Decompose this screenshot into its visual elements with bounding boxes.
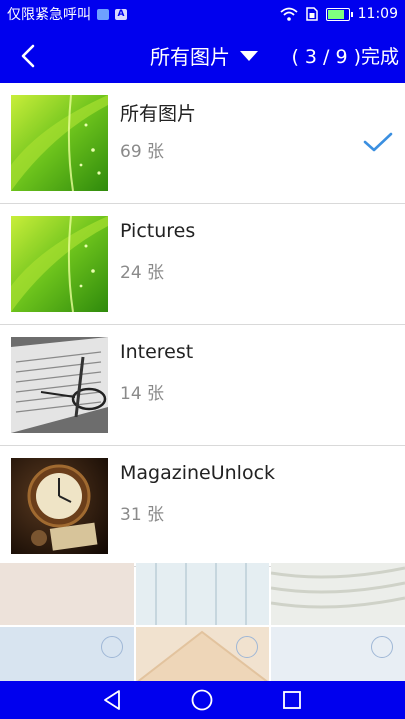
album-thumbnail (11, 216, 108, 312)
grid-photo (0, 563, 134, 625)
album-count: 14 张 (120, 384, 165, 404)
select-circle-icon (236, 636, 258, 658)
grid-photo (271, 563, 405, 625)
sim-icon (305, 7, 318, 21)
album-thumbnail (11, 458, 108, 554)
album-thumbnail (11, 337, 108, 433)
caret-down-icon (240, 50, 258, 61)
nav-recents-icon[interactable] (279, 687, 305, 713)
message-icon (97, 8, 109, 20)
album-count: 69 张 (120, 142, 165, 162)
background-photo-grid (0, 563, 405, 681)
clock: 11:09 (357, 6, 398, 22)
select-circle-icon (101, 636, 123, 658)
album-thumbnail (11, 95, 108, 191)
album-name: Pictures (120, 220, 196, 242)
app-a-icon: A (115, 8, 127, 20)
album-name: 所有图片 (120, 103, 197, 125)
grid-photo (136, 563, 269, 625)
select-circle-icon (371, 636, 393, 658)
album-item[interactable]: 所有图片 69 张 (0, 83, 405, 204)
album-item[interactable]: Pictures 24 张 (0, 204, 405, 325)
album-count: 24 张 (120, 263, 165, 283)
notification-text: 仅限紧急呼叫 (7, 7, 91, 23)
nav-back-icon[interactable] (99, 687, 125, 713)
album-selector[interactable]: 所有图片 (150, 28, 258, 83)
battery-icon (325, 7, 353, 21)
checkmark-icon (363, 132, 393, 152)
album-name: Interest (120, 341, 194, 363)
wifi-icon (280, 7, 298, 21)
nav-home-icon[interactable] (189, 687, 215, 713)
album-item[interactable]: MagazineUnlock 31 张 (0, 446, 405, 567)
album-item[interactable]: Interest 14 张 (0, 325, 405, 446)
status-bar: 仅限紧急呼叫 A 11:09 (0, 0, 405, 28)
navigation-bar (0, 681, 405, 719)
album-name: MagazineUnlock (120, 462, 276, 484)
back-arrow-icon[interactable] (14, 41, 44, 71)
done-button[interactable]: ( 3 / 9 )完成 (291, 28, 399, 83)
album-count: 31 张 (120, 505, 165, 525)
page-title: 所有图片 (150, 45, 230, 69)
title-bar: 所有图片 ( 3 / 9 )完成 (0, 28, 405, 83)
album-list: 所有图片 69 张 Pictures 24 张 Interest 14 张 Ma… (0, 83, 405, 567)
